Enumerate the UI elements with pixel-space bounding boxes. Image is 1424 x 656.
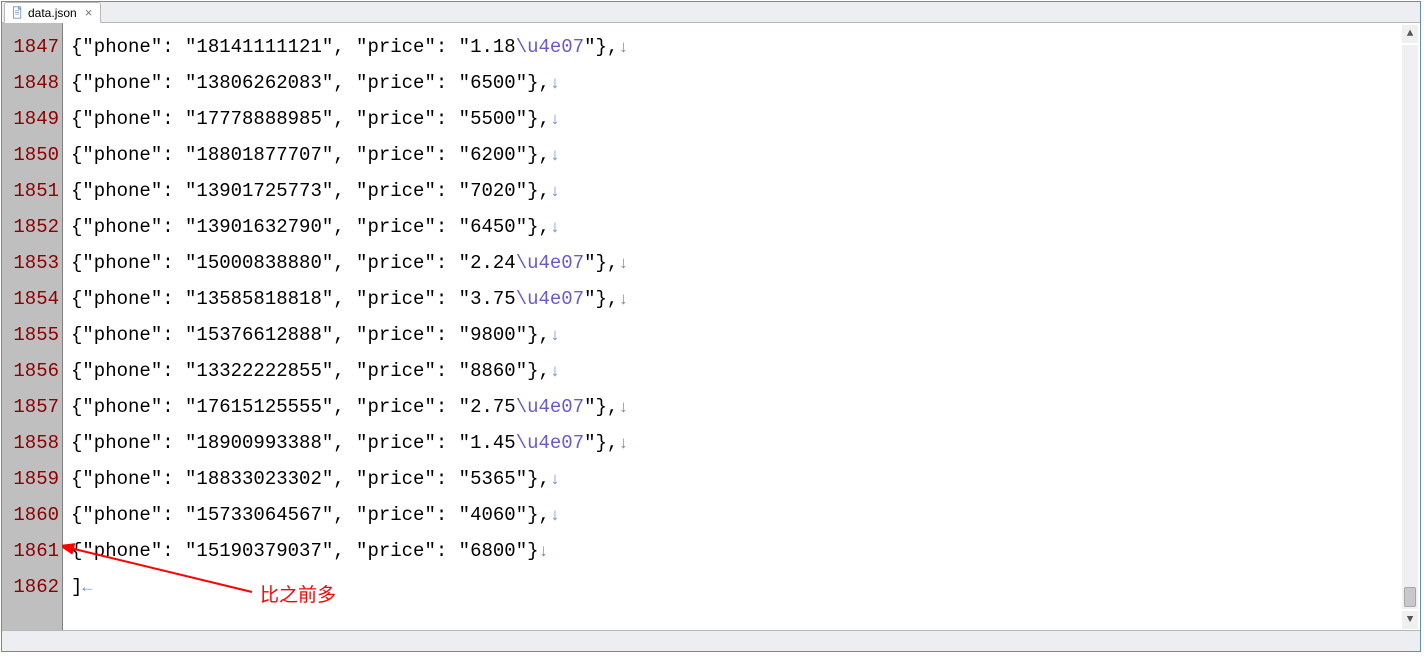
line-number: 1848 <box>2 65 62 101</box>
line-number: 1856 <box>2 353 62 389</box>
code-line[interactable]: {"phone": "15376612888", "price": "9800"… <box>71 317 1420 353</box>
code-line[interactable]: {"phone": "13901632790", "price": "6450"… <box>71 209 1420 245</box>
line-number: 1852 <box>2 209 62 245</box>
scroll-up-button[interactable]: ▲ <box>1402 25 1418 43</box>
line-number: 1859 <box>2 461 62 497</box>
line-number: 1858 <box>2 425 62 461</box>
vertical-scrollbar[interactable] <box>1402 45 1418 609</box>
code-content[interactable]: {"phone": "18141111121", "price": "1.18\… <box>63 23 1420 631</box>
code-line[interactable]: {"phone": "18900993388", "price": "1.45\… <box>71 425 1420 461</box>
code-line[interactable]: {"phone": "18141111121", "price": "1.18\… <box>71 29 1420 65</box>
line-number: 1861 <box>2 533 62 569</box>
line-number: 1854 <box>2 281 62 317</box>
code-line[interactable]: {"phone": "18833023302", "price": "5365"… <box>71 461 1420 497</box>
scrollbar-thumb[interactable] <box>1404 587 1416 607</box>
file-icon <box>11 6 24 19</box>
tab-bar: data.json × <box>2 2 1420 23</box>
tab-filename: data.json <box>28 6 77 20</box>
code-line[interactable]: {"phone": "15000838880", "price": "2.24\… <box>71 245 1420 281</box>
line-number: 1849 <box>2 101 62 137</box>
line-number: 1850 <box>2 137 62 173</box>
line-number: 1857 <box>2 389 62 425</box>
line-number: 1855 <box>2 317 62 353</box>
scroll-down-button[interactable]: ▼ <box>1402 611 1418 629</box>
code-line[interactable]: {"phone": "17615125555", "price": "2.75\… <box>71 389 1420 425</box>
line-number: 1862 <box>2 569 62 605</box>
code-line[interactable]: {"phone": "13806262083", "price": "6500"… <box>71 65 1420 101</box>
file-tab[interactable]: data.json × <box>4 2 101 23</box>
code-line[interactable]: {"phone": "13901725773", "price": "7020"… <box>71 173 1420 209</box>
code-line[interactable]: {"phone": "17778888985", "price": "5500"… <box>71 101 1420 137</box>
status-bar <box>2 630 1420 651</box>
close-icon[interactable]: × <box>85 6 93 19</box>
editor-area[interactable]: 1847184818491850185118521853185418551856… <box>2 23 1420 631</box>
code-line[interactable]: {"phone": "13322222855", "price": "8860"… <box>71 353 1420 389</box>
code-line[interactable]: {"phone": "13585818818", "price": "3.75\… <box>71 281 1420 317</box>
editor-window: data.json × 1847184818491850185118521853… <box>1 1 1421 652</box>
line-number: 1860 <box>2 497 62 533</box>
code-line[interactable]: {"phone": "15190379037", "price": "6800"… <box>71 533 1420 569</box>
line-number: 1847 <box>2 29 62 65</box>
line-number-gutter: 1847184818491850185118521853185418551856… <box>2 23 63 631</box>
line-number: 1853 <box>2 245 62 281</box>
line-number: 1851 <box>2 173 62 209</box>
code-line[interactable]: {"phone": "18801877707", "price": "6200"… <box>71 137 1420 173</box>
annotation-text: 比之前多 <box>260 580 336 607</box>
code-line[interactable]: {"phone": "15733064567", "price": "4060"… <box>71 497 1420 533</box>
